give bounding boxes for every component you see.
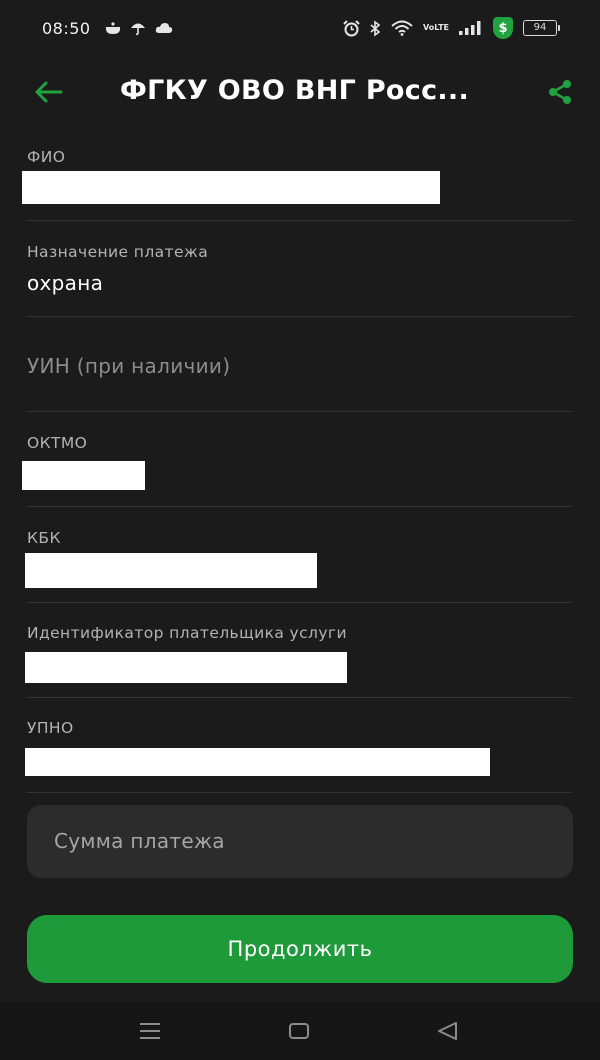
purpose-label: Назначение платежа xyxy=(27,243,209,261)
umbrella-icon xyxy=(130,20,146,36)
oktmo-field[interactable]: ОКТМО xyxy=(0,426,600,508)
arrow-left-icon xyxy=(35,81,63,103)
share-button[interactable] xyxy=(540,72,580,112)
fio-field[interactable]: ФИО xyxy=(0,140,600,222)
status-bar: 08:50 Vo LTE $ 94 xyxy=(0,0,600,56)
nav-back-button[interactable] xyxy=(432,1016,462,1046)
payer-id-value-redacted xyxy=(25,652,347,683)
amount-input[interactable]: Сумма платежа xyxy=(27,805,573,878)
oktmo-value-redacted xyxy=(22,461,145,490)
battery-level: 94 xyxy=(523,20,557,36)
signal-icon xyxy=(459,21,483,35)
purpose-field[interactable]: Назначение платежа охрана xyxy=(0,235,600,317)
fio-divider xyxy=(27,220,572,221)
home-icon xyxy=(289,1023,309,1039)
upno-value-redacted xyxy=(25,748,490,776)
back-triangle-icon xyxy=(438,1022,457,1040)
app-bar: ФГКУ ОВО ВНГ Росс... xyxy=(0,60,600,122)
fio-value-redacted xyxy=(22,171,440,204)
system-nav-bar xyxy=(0,1002,600,1060)
pot-icon xyxy=(105,21,121,35)
menu-icon xyxy=(140,1023,160,1039)
upno-divider xyxy=(27,792,572,793)
back-button[interactable] xyxy=(28,72,68,112)
alarm-icon xyxy=(343,19,360,37)
kbk-field[interactable]: КБК xyxy=(0,521,600,603)
cloud-icon xyxy=(155,22,173,34)
amount-placeholder: Сумма платежа xyxy=(54,829,225,853)
kbk-value-redacted xyxy=(25,553,317,588)
bluetooth-icon xyxy=(370,19,381,37)
nav-home-button[interactable] xyxy=(284,1016,314,1046)
fio-label: ФИО xyxy=(27,148,66,166)
upno-field[interactable]: УПНО xyxy=(0,711,600,793)
kbk-divider xyxy=(27,602,572,603)
continue-button[interactable]: Продолжить xyxy=(27,915,573,983)
uin-placeholder: УИН (при наличии) xyxy=(27,354,231,378)
oktmo-divider xyxy=(27,506,572,507)
nav-menu-button[interactable] xyxy=(135,1016,165,1046)
purpose-divider xyxy=(27,316,572,317)
uin-field[interactable]: УИН (при наличии) xyxy=(0,330,600,412)
battery-icon: 94 xyxy=(523,20,560,36)
kbk-label: КБК xyxy=(27,529,61,547)
oktmo-label: ОКТМО xyxy=(27,434,88,452)
payer-id-divider xyxy=(27,697,572,698)
page-title: ФГКУ ОВО ВНГ Росс... xyxy=(120,75,470,106)
shield-dollar-icon: $ xyxy=(493,17,513,39)
payer-id-field[interactable]: Идентификатор плательщика услуги xyxy=(0,616,600,698)
volte-top-text: Vo xyxy=(423,23,435,32)
purpose-value: охрана xyxy=(27,271,104,295)
wifi-icon xyxy=(391,20,413,36)
status-notification-icons xyxy=(105,20,173,36)
uin-divider xyxy=(27,411,572,412)
volte-icon: Vo LTE xyxy=(423,24,449,32)
upno-label: УПНО xyxy=(27,719,74,737)
status-system-icons: Vo LTE $ 94 xyxy=(343,17,560,39)
share-icon xyxy=(549,80,571,104)
status-time: 08:50 xyxy=(42,18,91,38)
volte-bottom-text: LTE xyxy=(434,23,449,32)
payer-id-label: Идентификатор плательщика услуги xyxy=(27,624,347,642)
